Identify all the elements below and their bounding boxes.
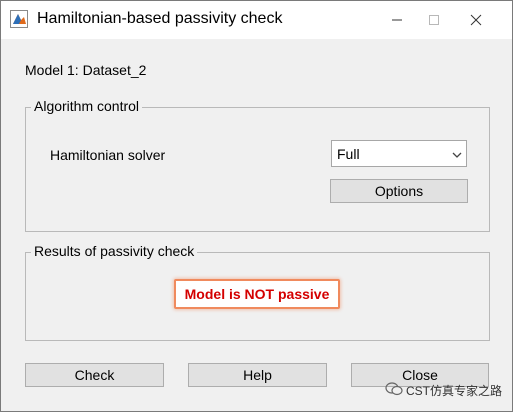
maximize-icon [429,15,439,25]
close-window-button[interactable] [453,1,499,39]
help-button[interactable]: Help [188,363,327,387]
model-label: Model 1: Dataset_2 [25,62,147,78]
algorithm-control-group: Algorithm control Hamiltonian solver Ful… [25,98,490,232]
title-bar[interactable]: Hamiltonian-based passivity check [1,1,512,39]
results-group: Results of passivity check Model is NOT … [25,243,490,341]
maximize-button[interactable] [411,1,457,39]
watermark: CST仿真专家之路 [385,382,502,399]
solver-selected-value: Full [337,146,360,162]
hamiltonian-solver-select[interactable]: Full [331,140,467,167]
results-title: Results of passivity check [31,243,198,259]
matlab-figure-icon [10,10,28,28]
close-icon [470,14,482,26]
chevron-down-icon[interactable] [451,148,463,160]
window-title: Hamiltonian-based passivity check [37,10,283,27]
options-button[interactable]: Options [330,179,468,203]
wechat-icon [385,382,403,399]
watermark-text: CST仿真专家之路 [406,384,503,398]
hamiltonian-solver-label: Hamiltonian solver [50,147,166,163]
minimize-icon [392,19,402,21]
algorithm-control-title: Algorithm control [31,98,143,114]
check-button[interactable]: Check [25,363,164,387]
dialog-window: Hamiltonian-based passivity check Model … [0,0,513,412]
passivity-status: Model is NOT passive [174,279,340,309]
